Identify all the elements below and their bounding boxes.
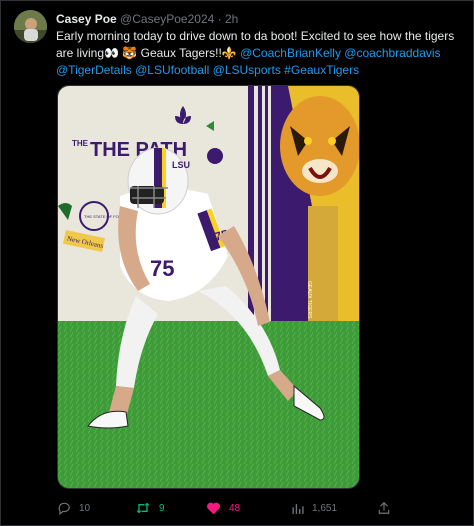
reply-count: 10 [79, 502, 91, 514]
like-button[interactable]: 48 [206, 497, 240, 519]
views-chart-icon [291, 502, 304, 515]
action-bar: 10 9 48 1,651 [1, 497, 474, 519]
views-count: 1,651 [312, 502, 338, 514]
tweet-text-cheer: Geaux Tagers!! [137, 46, 222, 60]
tweet-text: Early morning today to drive down to da … [56, 28, 461, 79]
tweet-header: Casey Poe @CaseyPoe2024 · 2h [56, 12, 238, 26]
heart-icon [206, 501, 221, 515]
retweet-count: 9 [159, 502, 165, 514]
svg-text:THE: THE [72, 139, 89, 148]
reply-icon [57, 501, 71, 515]
mentions-line-2[interactable]: @TigerDetails @LSUfootball @LSUsports #G… [56, 63, 359, 77]
avatar[interactable] [14, 10, 47, 43]
jersey-number: 75 [150, 256, 174, 281]
separator-dot: · [217, 12, 222, 26]
helmet-label: LSU [172, 160, 190, 170]
reply-button[interactable]: 10 [57, 497, 90, 519]
retweet-icon [135, 501, 151, 515]
fleur-de-lis-emoji: ⚜️ [221, 46, 237, 60]
eyes-emoji: 👀 [104, 46, 119, 60]
mentions-line-1[interactable]: @CoachBrianKelly @coachbraddavis [240, 46, 440, 60]
views-button[interactable]: 1,651 [291, 497, 337, 519]
author-handle[interactable]: @CaseyPoe2024 [120, 12, 214, 26]
side-text: GEAUX TIGERS [306, 281, 312, 319]
timestamp[interactable]: 2h [225, 12, 238, 26]
tiger-emoji: 🐯 [122, 46, 138, 60]
retweet-button[interactable]: 9 [135, 497, 165, 519]
author-name[interactable]: Casey Poe [56, 12, 117, 26]
like-count: 48 [229, 502, 241, 514]
tweet-card[interactable]: Casey Poe @CaseyPoe2024 · 2h Early morni… [0, 0, 474, 526]
tweet-photo[interactable]: THE THE PATH THE STATE OF FOOTBALL New O… [57, 85, 360, 489]
share-icon [377, 501, 391, 515]
share-button[interactable] [377, 497, 391, 519]
